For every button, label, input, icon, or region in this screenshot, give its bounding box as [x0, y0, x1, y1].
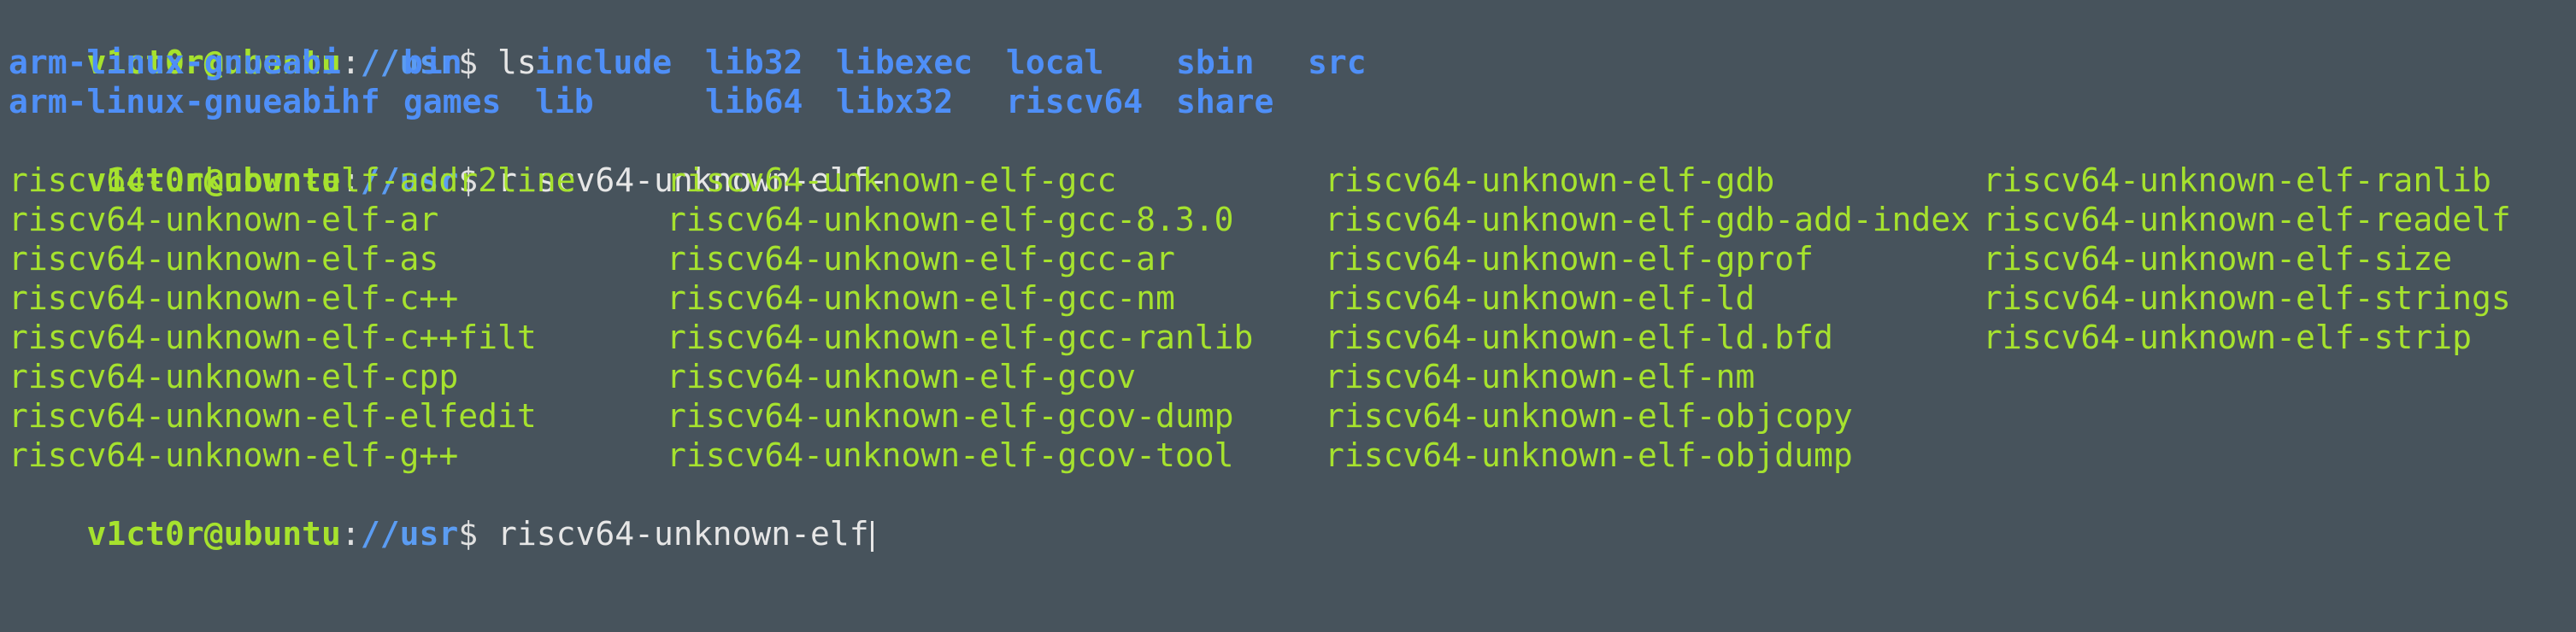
- prompt-path: //usr: [360, 515, 459, 553]
- dir-entry[interactable]: libexec: [836, 43, 973, 82]
- completion-entry[interactable]: riscv64-unknown-elf-elfedit: [9, 396, 537, 436]
- prompt-line-current[interactable]: v1ct0r@ubuntu://usr$ riscv64-unknown-elf: [9, 475, 873, 553]
- completion-entry[interactable]: riscv64-unknown-elf-strings: [1983, 278, 2511, 318]
- dir-entry[interactable]: share: [1176, 82, 1273, 121]
- completion-entry[interactable]: riscv64-unknown-elf-gcc-ar: [667, 239, 1175, 278]
- ls-output-row-1: arm-linux-gnueabi bin include lib32 libe…: [9, 43, 1461, 82]
- dir-entry[interactable]: arm-linux-gnueabihf: [9, 82, 380, 121]
- completion-entry[interactable]: riscv64-unknown-elf-as: [9, 239, 438, 278]
- dir-entry[interactable]: lib64: [705, 82, 803, 121]
- completion-entry[interactable]: riscv64-unknown-elf-gprof: [1325, 239, 1814, 278]
- completion-row-7: riscv64-unknown-elf-elfedit riscv64-unkn…: [9, 396, 2538, 436]
- completion-entry[interactable]: riscv64-unknown-elf-strip: [1983, 318, 2472, 357]
- completion-row-2: riscv64-unknown-elf-ar riscv64-unknown-e…: [9, 200, 2538, 239]
- completion-entry[interactable]: riscv64-unknown-elf-c++filt: [9, 318, 537, 357]
- completion-entry[interactable]: riscv64-unknown-elf-g++: [9, 436, 458, 475]
- prompt-colon: :: [340, 515, 361, 553]
- ls-output-row-2: arm-linux-gnueabihf games lib lib64 libx…: [9, 82, 1461, 121]
- completion-row-6: riscv64-unknown-elf-cpp riscv64-unknown-…: [9, 357, 2538, 396]
- completion-row-4: riscv64-unknown-elf-c++ riscv64-unknown-…: [9, 278, 2538, 318]
- completion-row-1: riscv64-unknown-elf-addr2line riscv64-un…: [9, 161, 2538, 200]
- completion-entry[interactable]: riscv64-unknown-elf-nm: [1325, 357, 1755, 396]
- completion-entry[interactable]: riscv64-unknown-elf-gcc: [667, 161, 1116, 200]
- prompt-dollar: $: [458, 515, 497, 553]
- completion-entry[interactable]: riscv64-unknown-elf-gcov: [667, 357, 1136, 396]
- text-cursor: [870, 520, 873, 552]
- completion-entry[interactable]: riscv64-unknown-elf-ar: [9, 200, 438, 239]
- completion-entry[interactable]: riscv64-unknown-elf-ld.bfd: [1325, 318, 1833, 357]
- dir-entry[interactable]: bin: [403, 43, 462, 82]
- dir-entry[interactable]: local: [1006, 43, 1103, 82]
- prompt-line-ls: v1ct0r@ubuntu://usr$ ls: [9, 3, 537, 81]
- completion-entry[interactable]: riscv64-unknown-elf-cpp: [9, 357, 458, 396]
- completion-entry[interactable]: riscv64-unknown-elf-gcc-ranlib: [667, 318, 1253, 357]
- completion-entry[interactable]: riscv64-unknown-elf-gdb-add-index: [1325, 200, 1970, 239]
- completion-row-8: riscv64-unknown-elf-g++ riscv64-unknown-…: [9, 436, 2538, 475]
- dir-entry[interactable]: lib32: [705, 43, 803, 82]
- completion-entry[interactable]: riscv64-unknown-elf-ld: [1325, 278, 1755, 318]
- prompt-user: v1ct0r@ubuntu: [86, 515, 341, 553]
- dir-entry[interactable]: sbin: [1176, 43, 1255, 82]
- dir-entry[interactable]: include: [535, 43, 672, 82]
- completion-row-5: riscv64-unknown-elf-c++filt riscv64-unkn…: [9, 318, 2538, 357]
- completion-entry[interactable]: riscv64-unknown-elf-addr2line: [9, 161, 575, 200]
- completion-entry[interactable]: riscv64-unknown-elf-objcopy: [1325, 396, 1853, 436]
- completion-entry[interactable]: riscv64-unknown-elf-size: [1983, 239, 2452, 278]
- dir-entry[interactable]: src: [1308, 43, 1367, 82]
- completion-row-3: riscv64-unknown-elf-as riscv64-unknown-e…: [9, 239, 2538, 278]
- dir-entry[interactable]: games: [403, 82, 501, 121]
- dir-entry[interactable]: riscv64: [1006, 82, 1143, 121]
- terminal-window[interactable]: v1ct0r@ubuntu://usr$ ls arm-linux-gnueab…: [0, 0, 2576, 553]
- command-input[interactable]: riscv64-unknown-elf: [497, 515, 869, 553]
- completion-entry[interactable]: riscv64-unknown-elf-ranlib: [1983, 161, 2491, 200]
- completion-entry[interactable]: riscv64-unknown-elf-gcc-8.3.0: [667, 200, 1233, 239]
- completion-entry[interactable]: riscv64-unknown-elf-gdb: [1325, 161, 1774, 200]
- completion-entry[interactable]: riscv64-unknown-elf-gcov-dump: [667, 396, 1233, 436]
- prompt-line-completion: v1ct0r@ubuntu://usr$ riscv64-unknown-elf…: [9, 121, 889, 199]
- completion-entry[interactable]: riscv64-unknown-elf-gcov-tool: [667, 436, 1233, 475]
- dir-entry[interactable]: libx32: [836, 82, 953, 121]
- completion-entry[interactable]: riscv64-unknown-elf-gcc-nm: [667, 278, 1175, 318]
- dir-entry[interactable]: arm-linux-gnueabi: [9, 43, 341, 82]
- completion-entry[interactable]: riscv64-unknown-elf-readelf: [1983, 200, 2511, 239]
- completion-entry[interactable]: riscv64-unknown-elf-objdump: [1325, 436, 1853, 475]
- completion-entry[interactable]: riscv64-unknown-elf-c++: [9, 278, 458, 318]
- dir-entry[interactable]: lib: [535, 82, 594, 121]
